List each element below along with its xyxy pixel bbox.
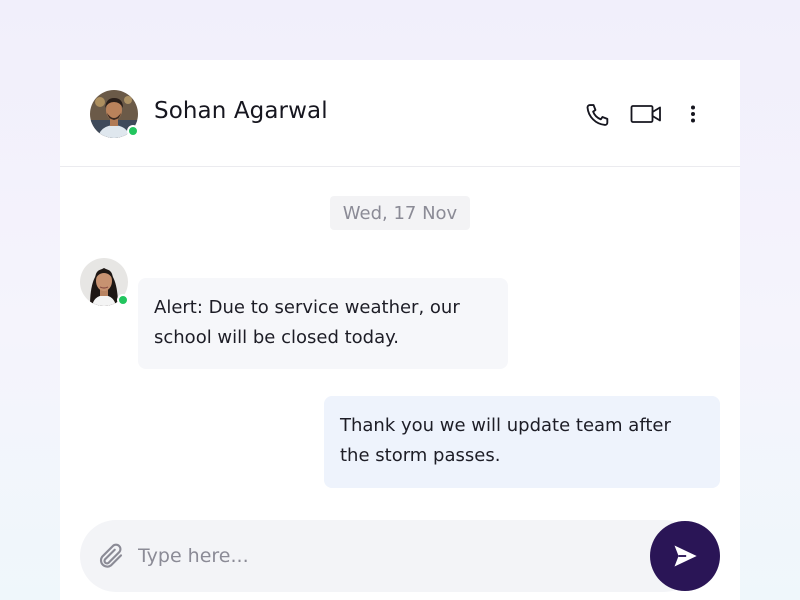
online-status-dot: [127, 125, 139, 137]
message-composer: [80, 520, 700, 592]
paperclip-icon[interactable]: [96, 541, 126, 571]
message-input[interactable]: [138, 538, 618, 574]
online-status-dot: [117, 294, 129, 306]
more-vertical-icon[interactable]: [687, 104, 699, 124]
message-line: Alert: Due to service weather, our: [154, 297, 460, 318]
sender-avatar[interactable]: [80, 258, 129, 306]
date-separator: Wed, 17 Nov: [330, 196, 470, 230]
send-button[interactable]: [650, 521, 720, 591]
message-line: school will be closed today.: [154, 327, 399, 348]
chat-header: Sohan Agarwal: [60, 60, 740, 167]
contact-name: Sohan Agarwal: [154, 98, 328, 124]
video-camera-icon[interactable]: [630, 103, 662, 125]
incoming-message-bubble: Alert: Due to service weather, our schoo…: [138, 278, 508, 369]
contact-avatar[interactable]: [90, 90, 139, 138]
message-line: Thank you we will update team after: [340, 415, 671, 436]
chat-window: Sohan Agarwal Wed, 17 Nov Alert: Due to: [60, 60, 740, 600]
phone-icon[interactable]: [584, 101, 612, 129]
outgoing-message-bubble: Thank you we will update team after the …: [324, 396, 720, 488]
message-line: the storm passes.: [340, 445, 501, 466]
send-icon: [674, 545, 697, 567]
